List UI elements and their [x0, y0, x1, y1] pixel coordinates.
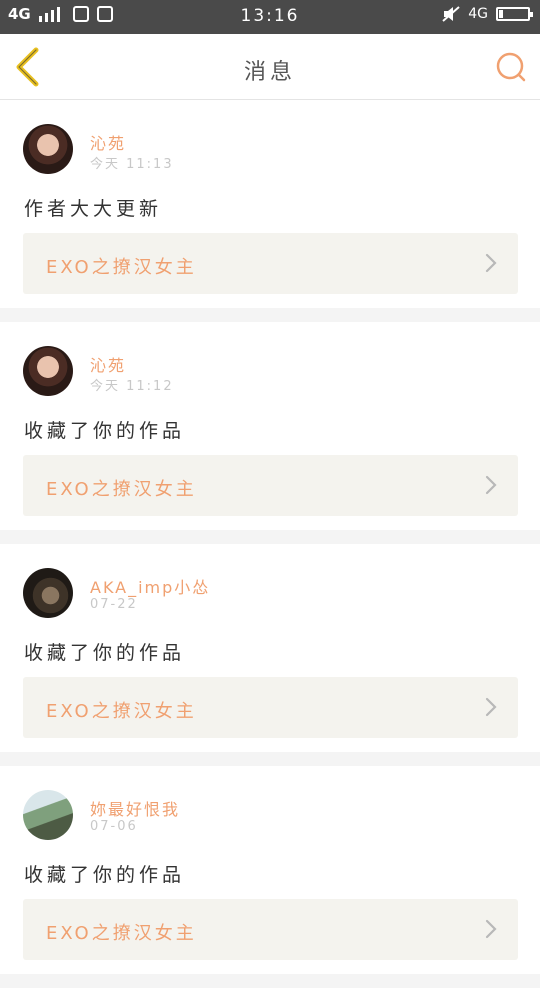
status-right: 4G — [442, 6, 533, 22]
work-link[interactable]: EXO之撩汉女主 — [23, 233, 518, 294]
page-title: 消息 — [243, 60, 296, 85]
message-list: 沁苑 今天 11:13 作者大大更新 EXO之撩汉女主 沁苑 今天 11:12 … — [0, 100, 540, 988]
work-title: EXO之撩汉女主 — [46, 257, 197, 278]
work-link[interactable]: EXO之撩汉女主 — [23, 899, 518, 960]
chevron-right-icon — [485, 253, 497, 273]
work-title: EXO之撩汉女主 — [46, 479, 197, 500]
message-card: AKA_imp小怂 07-22 收藏了你的作品 EXO之撩汉女主 — [0, 544, 540, 752]
avatar[interactable] — [23, 568, 73, 618]
timestamp: 今天 11:13 — [90, 157, 174, 172]
work-link[interactable]: EXO之撩汉女主 — [23, 677, 518, 738]
timestamp: 07-06 — [90, 819, 138, 834]
work-title: EXO之撩汉女主 — [46, 923, 197, 944]
timestamp: 今天 11:12 — [90, 379, 174, 394]
nav-bar: 消息 — [0, 34, 540, 100]
avatar[interactable] — [23, 346, 73, 396]
user-name[interactable]: AKA_imp小怂 — [90, 574, 210, 598]
message-card: 沁苑 今天 11:12 收藏了你的作品 EXO之撩汉女主 — [0, 322, 540, 530]
avatar[interactable] — [23, 124, 73, 174]
chevron-right-icon — [485, 919, 497, 939]
user-name[interactable]: 沁苑 — [90, 352, 126, 376]
avatar[interactable] — [23, 790, 73, 840]
work-link[interactable]: EXO之撩汉女主 — [23, 455, 518, 516]
network-type-label: 4G — [468, 6, 488, 22]
message-text: 收藏了你的作品 — [24, 642, 186, 664]
chevron-right-icon — [485, 475, 497, 495]
search-icon — [496, 52, 526, 82]
message-text: 作者大大更新 — [24, 198, 163, 220]
message-text: 收藏了你的作品 — [24, 420, 186, 442]
message-text: 收藏了你的作品 — [24, 864, 186, 886]
chevron-right-icon — [485, 697, 497, 717]
work-title: EXO之撩汉女主 — [46, 701, 197, 722]
message-card: 妳最好恨我 07-06 收藏了你的作品 EXO之撩汉女主 — [0, 766, 540, 974]
timestamp: 07-22 — [90, 597, 138, 612]
user-name[interactable]: 沁苑 — [90, 130, 126, 154]
battery-level — [499, 10, 503, 18]
user-name[interactable]: 妳最好恨我 — [90, 796, 180, 820]
search-button[interactable] — [494, 50, 528, 84]
mute-icon — [442, 6, 460, 22]
message-card: 沁苑 今天 11:13 作者大大更新 EXO之撩汉女主 — [0, 100, 540, 308]
battery-icon — [496, 7, 533, 21]
status-bar: 4G 13:16 4G — [0, 0, 540, 34]
